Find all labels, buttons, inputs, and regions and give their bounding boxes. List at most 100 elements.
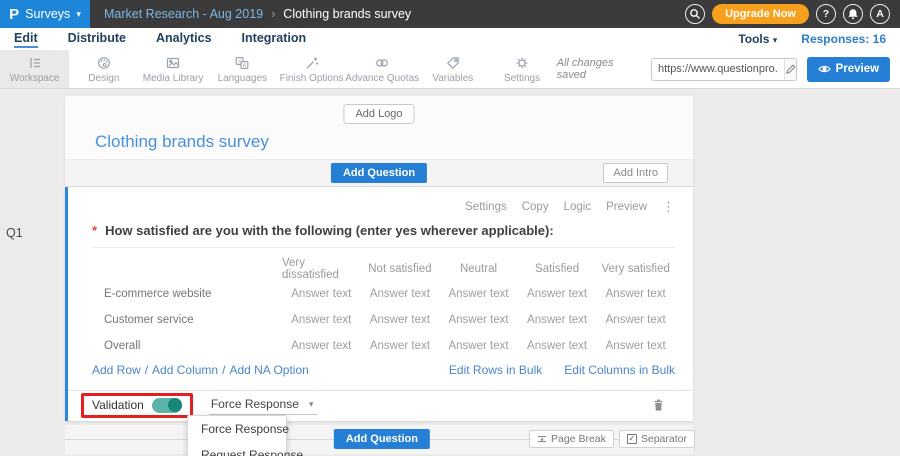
matrix-cell[interactable]: Answer text [518, 333, 597, 359]
bell-icon [847, 8, 859, 20]
matrix-cell[interactable]: Answer text [282, 281, 361, 307]
matrix-row-label[interactable]: Overall [92, 333, 282, 359]
toolbar-item-design[interactable]: Design [69, 50, 138, 88]
between-questions-strip: Add Question Page Break ✓ Separator [65, 425, 693, 454]
validation-type-menu: Force Response Request Response [187, 415, 287, 456]
add-question-button-top[interactable]: Add Question [331, 163, 427, 183]
preview-button[interactable]: Preview [807, 57, 890, 82]
upgrade-now-button[interactable]: Upgrade Now [712, 4, 809, 24]
help-button[interactable]: ? [816, 4, 836, 24]
matrix-cell[interactable]: Answer text [361, 333, 440, 359]
question-card: Settings Copy Logic Preview ⋮ *How satis… [65, 187, 693, 421]
separator-chip[interactable]: ✓ Separator [619, 430, 695, 448]
delete-question-button[interactable] [652, 398, 665, 412]
tag-icon [445, 55, 461, 71]
add-logo-button[interactable]: Add Logo [343, 104, 414, 124]
toggle-knob [168, 398, 182, 412]
search-button[interactable] [685, 4, 705, 24]
toolbar-item-advance-quotas[interactable]: Advance Quotas [346, 50, 418, 88]
matrix-cell[interactable]: Answer text [596, 281, 675, 307]
matrix-cell[interactable]: Answer text [361, 307, 440, 333]
matrix-row-label[interactable]: Customer service [92, 307, 282, 333]
annotation-highlight: Validation [81, 393, 193, 418]
matrix-column-header[interactable]: Neutral [439, 257, 518, 281]
survey-header-strip: Add Question Add Intro [65, 159, 693, 186]
pencil-icon [785, 63, 797, 75]
chevron-down-icon: ▾ [309, 399, 314, 410]
matrix-cell[interactable]: Answer text [596, 333, 675, 359]
search-icon [689, 8, 701, 20]
top-bar: P Surveys ▾ Market Research - Aug 2019 ›… [0, 0, 900, 28]
notifications-button[interactable] [843, 4, 863, 24]
add-intro-button[interactable]: Add Intro [603, 163, 668, 183]
matrix-column-header[interactable]: Very dissatisfied [282, 257, 361, 281]
editor-toolbar: Workspace Design Media Library Ax Langua… [0, 50, 900, 89]
question-text[interactable]: How satisfied are you with the following… [105, 223, 554, 238]
question-links-row: Add Row / Add Column / Add NA Option Edi… [92, 363, 675, 377]
tab-edit[interactable]: Edit [14, 31, 38, 48]
avatar[interactable]: A [870, 4, 890, 24]
responses-count[interactable]: Responses: 16 [801, 32, 886, 46]
question-copy-link[interactable]: Copy [522, 201, 549, 213]
matrix-row-label[interactable]: E-commerce website [92, 281, 282, 307]
breadcrumb-folder[interactable]: Market Research - Aug 2019 [104, 7, 263, 21]
matrix-cell[interactable]: Answer text [282, 333, 361, 359]
survey-title[interactable]: Clothing brands survey [95, 132, 269, 152]
menu-item-request-response[interactable]: Request Response [188, 442, 286, 456]
validation-type-dropdown[interactable]: Force Response ▾ [209, 395, 318, 415]
add-na-option-link[interactable]: Add NA Option [229, 363, 308, 377]
toolbar-item-settings[interactable]: Settings [487, 50, 556, 88]
bulk-links: Edit Rows in Bulk Edit Columns in Bulk [449, 363, 675, 377]
survey-url-field [651, 58, 797, 81]
matrix-cell[interactable]: Answer text [518, 307, 597, 333]
tab-analytics[interactable]: Analytics [156, 31, 212, 48]
matrix-cell[interactable]: Answer text [439, 333, 518, 359]
matrix-column-header[interactable]: Not satisfied [361, 257, 440, 281]
edit-url-button[interactable] [784, 59, 797, 80]
product-label: Surveys [25, 7, 70, 21]
matrix-cell[interactable]: Answer text [439, 307, 518, 333]
breadcrumb: Market Research - Aug 2019 › Clothing br… [104, 7, 411, 21]
matrix-corner [92, 257, 282, 281]
chevron-down-icon: ▾ [76, 9, 81, 20]
add-row-link[interactable]: Add Row [92, 363, 141, 377]
toolbar-item-media-library[interactable]: Media Library [138, 50, 207, 88]
toolbar-item-finish-options[interactable]: Finish Options [277, 50, 346, 88]
matrix-cell[interactable]: Answer text [518, 281, 597, 307]
question-settings-link[interactable]: Settings [465, 201, 507, 213]
workspace-icon [27, 55, 43, 71]
nav-right: Tools ▾ Responses: 16 [738, 32, 900, 46]
matrix-cell[interactable]: Answer text [439, 281, 518, 307]
matrix-cell[interactable]: Answer text [596, 307, 675, 333]
matrix-cell[interactable]: Answer text [282, 307, 361, 333]
question-logic-link[interactable]: Logic [564, 201, 592, 213]
more-options-icon[interactable]: ⋮ [662, 199, 675, 215]
add-question-button-bottom[interactable]: Add Question [334, 429, 430, 449]
validation-label: Validation [92, 398, 144, 412]
tab-distribute[interactable]: Distribute [68, 31, 126, 48]
surveys-menu[interactable]: P Surveys ▾ [0, 0, 90, 28]
toolbar-item-workspace[interactable]: Workspace [0, 50, 69, 88]
add-column-link[interactable]: Add Column [152, 363, 218, 377]
menu-item-force-response[interactable]: Force Response [188, 416, 286, 442]
edit-columns-in-bulk-link[interactable]: Edit Columns in Bulk [564, 363, 675, 377]
topbar-actions: Upgrade Now ? A [685, 4, 900, 24]
matrix-column-header[interactable]: Satisfied [518, 257, 597, 281]
chevron-down-icon: ▾ [773, 35, 778, 45]
matrix-column-header[interactable]: Very satisfied [596, 257, 675, 281]
edit-rows-in-bulk-link[interactable]: Edit Rows in Bulk [449, 363, 542, 377]
toolbar-item-variables[interactable]: Variables [418, 50, 487, 88]
editor-canvas: Q1 Add Logo Clothing brands survey Add Q… [0, 90, 900, 456]
tab-integration[interactable]: Integration [242, 31, 307, 48]
page-break-chip[interactable]: Page Break [529, 430, 614, 448]
question-preview-link[interactable]: Preview [606, 201, 647, 213]
matrix-cell[interactable]: Answer text [361, 281, 440, 307]
tools-menu[interactable]: Tools ▾ [738, 32, 777, 46]
eye-icon [818, 64, 831, 74]
validation-toggle[interactable] [152, 398, 182, 413]
survey-header-card: Add Logo Clothing brands survey Add Ques… [65, 96, 693, 186]
survey-url-input[interactable] [652, 63, 784, 75]
toolbar-item-languages[interactable]: Ax Languages [208, 50, 277, 88]
questionpro-logo-icon: P [9, 6, 19, 23]
trash-icon [652, 398, 665, 412]
